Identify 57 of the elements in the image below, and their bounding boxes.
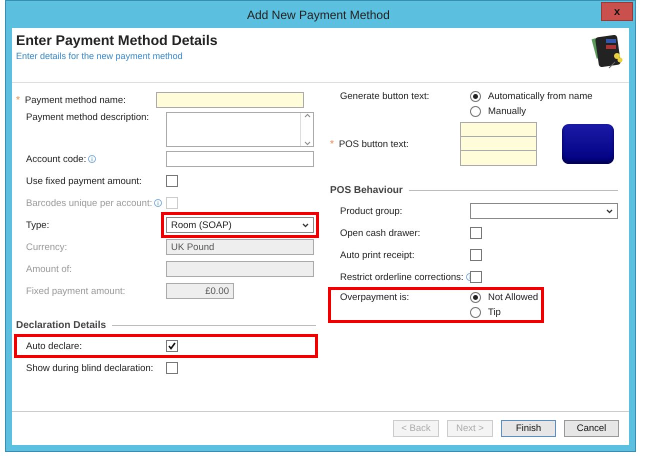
text-field[interactable] [156,92,304,108]
chevron-down-icon [302,222,309,228]
section-heading: POS Behaviour [330,185,403,196]
field-label: Barcodes unique per account: [26,198,152,208]
checkbox[interactable] [470,227,482,239]
radio-button[interactable] [470,106,481,117]
dropdown[interactable]: Room (SOAP) [166,217,314,233]
checkbox[interactable] [166,175,178,187]
required-marker: * [330,138,334,150]
field-label: Account code: [26,154,86,164]
field-label: Type: [26,220,50,230]
section-heading: Declaration Details [16,320,106,331]
field-label: Auto print receipt: [340,250,414,260]
radio-label[interactable]: Manually [488,106,526,117]
checkbox[interactable] [470,249,482,261]
field-label: Generate button text: [340,91,430,102]
field-label: Currency: [26,242,68,252]
field-label: Payment method name: [24,94,126,106]
scroll-up-icon[interactable] [304,113,310,118]
field-label: Restrict orderline corrections: [340,272,464,282]
wizard-button[interactable]: Finish [501,420,556,437]
info-icon [88,155,96,163]
field-label: Payment method description: [26,112,150,123]
radio-label[interactable]: Automatically from name [488,91,593,102]
radio-label[interactable]: Tip [488,307,501,318]
chevron-down-icon [606,208,613,214]
radio-button[interactable] [470,292,481,303]
wallet-icon [591,32,625,70]
field-label: Fixed payment amount: [26,286,126,296]
field-label: Use fixed payment amount: [26,176,142,186]
window-title: Add New Payment Method [247,8,390,22]
checkbox[interactable] [470,271,482,283]
checkbox[interactable] [166,362,178,374]
pos-button-preview [562,124,614,164]
field-label: Overpayment is: [340,292,410,303]
field-label: Auto declare: [26,340,82,352]
wizard-button[interactable]: Cancel [564,420,619,437]
radio-label[interactable]: Not Allowed [488,292,538,303]
required-marker: * [16,94,20,106]
dropdown-value: Room (SOAP) [171,220,232,230]
dropdown[interactable] [470,203,618,219]
field-label: Show during blind declaration: [26,362,154,374]
info-icon [154,199,162,207]
radio-button[interactable] [470,307,481,318]
field-label: Open cash drawer: [340,228,420,238]
radio-button[interactable] [470,91,481,102]
scroll-down-icon[interactable] [304,141,310,146]
field-label: POS button text: [338,138,409,150]
checkmark-icon [168,342,176,350]
close-button[interactable]: x [601,2,633,21]
field-label: Product group: [340,206,402,216]
text-field[interactable] [166,151,314,167]
field-label: Amount of: [26,264,72,274]
description-field[interactable] [166,112,314,147]
page-subtitle: Enter details for the new payment method [16,51,184,61]
checkbox[interactable] [166,340,178,352]
page-heading: Enter Payment Method Details [16,32,218,48]
